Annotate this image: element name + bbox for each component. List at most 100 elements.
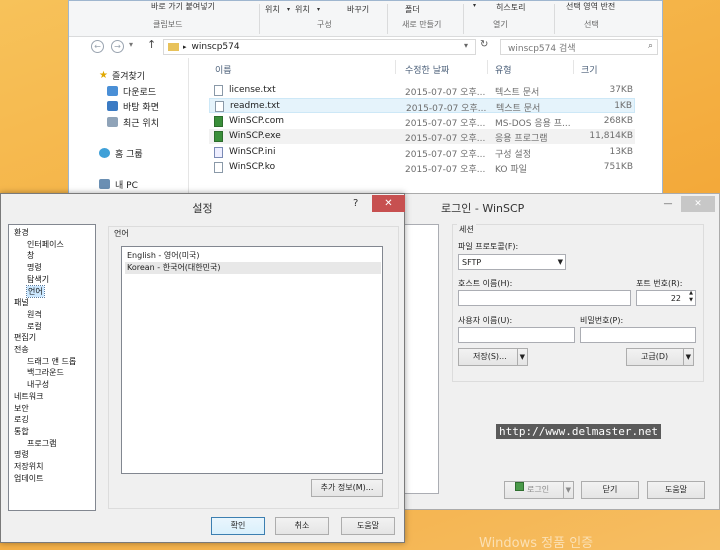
- column-header-name[interactable]: 이름: [215, 63, 232, 76]
- username-field[interactable]: [458, 327, 575, 343]
- ribbon-new-folder[interactable]: 폴더: [405, 4, 420, 15]
- port-stepper-icon[interactable]: ▲ ▼: [689, 290, 693, 304]
- ribbon-group-organize: 구성: [317, 20, 332, 29]
- tree-item[interactable]: 드래그 앤 드롭: [27, 356, 76, 367]
- tree-item[interactable]: 명령: [27, 262, 42, 273]
- file-row[interactable]: WinSCP.ko 2015-07-07 오후... KO 파일 751KB: [209, 160, 635, 175]
- ok-button[interactable]: 확인: [211, 517, 265, 535]
- tree-item[interactable]: 로깅: [14, 414, 29, 425]
- up-icon[interactable]: ↑: [147, 38, 156, 51]
- recent-dropdown-icon[interactable]: ▾: [129, 40, 133, 49]
- ribbon-divider: [463, 4, 464, 34]
- path-separator-icon: ▸: [183, 43, 187, 51]
- file-row[interactable]: WinSCP.ini 2015-07-07 오후... 구성 설정 13KB: [209, 145, 635, 160]
- ribbon-paste-shortcut[interactable]: 바로 가기 붙여넣기: [151, 1, 215, 12]
- host-name-field[interactable]: [458, 290, 631, 306]
- file-type: 텍스트 문서: [496, 104, 541, 114]
- url-watermark: http://www.delmaster.net: [496, 424, 661, 439]
- ribbon-copy-to[interactable]: 위치: [295, 4, 310, 15]
- minimize-icon[interactable]: —: [656, 196, 680, 212]
- ribbon: 바로 가기 붙여넣기 위치 ▾ 위치 ▾ 바꾸기 폴더 ▾ 히스토리 선택 영역…: [69, 1, 662, 37]
- column-divider[interactable]: [395, 60, 396, 74]
- column-header-type[interactable]: 유형: [495, 63, 512, 76]
- password-field[interactable]: [580, 327, 696, 343]
- language-item-korean[interactable]: Korean - 한국어(대한민국): [125, 262, 381, 274]
- tree-item[interactable]: 인터페이스: [27, 239, 64, 250]
- nav-item-downloads[interactable]: 다운로드: [107, 84, 156, 98]
- port-value: 22: [670, 294, 681, 303]
- advanced-button[interactable]: 고급(D) ▼: [626, 348, 694, 366]
- help-icon[interactable]: ?: [353, 198, 358, 209]
- tree-item[interactable]: 언어: [26, 284, 45, 298]
- column-divider[interactable]: [487, 60, 488, 74]
- file-date: 2015-07-07 오후...: [405, 88, 486, 98]
- protocol-select[interactable]: SFTP ▼: [458, 254, 566, 270]
- ribbon-copy-arrow[interactable]: ▾: [317, 6, 320, 13]
- tree-item[interactable]: 로컬: [27, 321, 42, 332]
- tree-item[interactable]: 원격: [27, 309, 42, 320]
- tree-item[interactable]: 보안: [14, 403, 29, 414]
- tree-item[interactable]: 환경: [14, 227, 29, 238]
- protocol-label: 파일 프로토콜(F):: [458, 242, 519, 251]
- ribbon-invert-selection[interactable]: 선택 영역 반전: [566, 1, 615, 12]
- column-header-date[interactable]: 수정한 날짜: [405, 63, 449, 76]
- tree-item[interactable]: 통합: [14, 426, 29, 437]
- column-divider[interactable]: [573, 60, 574, 74]
- language-list[interactable]: English - 영어(미국) Korean - 한국어(대한민국): [121, 246, 383, 474]
- chevron-down-icon[interactable]: ▼: [516, 349, 525, 365]
- saved-sessions-list[interactable]: [405, 224, 439, 494]
- search-placeholder: winscp574 검색: [508, 43, 576, 54]
- back-icon[interactable]: ←: [91, 40, 104, 53]
- close-icon[interactable]: ✕: [681, 196, 715, 212]
- nav-item-this-pc[interactable]: 내 PC: [99, 177, 138, 191]
- tree-item[interactable]: 패널: [14, 297, 29, 308]
- chevron-down-icon[interactable]: ▼: [562, 482, 571, 498]
- port-number-field[interactable]: 22 ▲ ▼: [636, 290, 696, 306]
- tree-item[interactable]: 전송: [14, 344, 29, 355]
- ribbon-open-arrow[interactable]: ▾: [473, 2, 476, 9]
- file-row[interactable]: readme.txt 2015-07-07 오후... 텍스트 문서 1KB: [209, 98, 635, 114]
- refresh-icon[interactable]: ↻: [480, 39, 488, 50]
- nav-label: 홈 그룹: [115, 149, 143, 160]
- tree-item[interactable]: 창: [27, 250, 34, 261]
- address-dropdown-icon[interactable]: ▾: [464, 41, 468, 50]
- login-label: 로그인: [527, 485, 550, 494]
- chevron-down-icon[interactable]: ▼: [682, 349, 691, 365]
- file-row[interactable]: license.txt 2015-07-07 오후... 텍스트 문서 37KB: [209, 83, 635, 98]
- more-info-button[interactable]: 추가 정보(M)...: [311, 479, 383, 497]
- ribbon-move-arrow[interactable]: ▾: [287, 6, 290, 13]
- help-button[interactable]: 도움말: [341, 517, 395, 535]
- ribbon-history[interactable]: 히스토리: [496, 2, 525, 13]
- column-header-size[interactable]: 크기: [581, 63, 598, 76]
- address-bar[interactable]: ▸ winscp574: [163, 39, 476, 55]
- winscp-login-window: 로그인 - WinSCP — ✕ 세션 파일 프로토콜(F): SFTP ▼ 호…: [404, 193, 720, 510]
- save-session-button[interactable]: 저장(S)... ▼: [458, 348, 528, 366]
- tree-item[interactable]: 탐색기: [27, 274, 49, 285]
- tree-item[interactable]: 백그라운드: [27, 367, 64, 378]
- tree-item[interactable]: 업데이트: [14, 473, 43, 484]
- tree-item[interactable]: 네트워크: [14, 391, 43, 402]
- help-button[interactable]: 도움말: [647, 481, 705, 499]
- tree-item[interactable]: 명령: [14, 449, 29, 460]
- nav-item-favorites[interactable]: ★ 즐겨찾기: [99, 68, 145, 82]
- file-row[interactable]: WinSCP.exe 2015-07-07 오후... 응용 프로그램 11,8…: [209, 129, 635, 144]
- language-item-english[interactable]: English - 영어(미국): [125, 250, 381, 262]
- tree-item[interactable]: 저장위치: [14, 461, 43, 472]
- tree-item[interactable]: 편집기: [14, 332, 36, 343]
- tree-item[interactable]: 내구성: [27, 379, 49, 390]
- close-icon[interactable]: ✕: [372, 195, 405, 212]
- nav-item-recent[interactable]: 최근 위치: [107, 115, 159, 129]
- ribbon-move-to[interactable]: 위치: [265, 4, 280, 15]
- tree-item[interactable]: 프로그램: [27, 438, 56, 449]
- file-row[interactable]: WinSCP.com 2015-07-07 오후... MS-DOS 응용 프.…: [209, 114, 635, 129]
- close-button[interactable]: 닫기: [581, 481, 639, 499]
- login-icon: [515, 482, 524, 491]
- cancel-button[interactable]: 취소: [275, 517, 329, 535]
- nav-item-desktop[interactable]: 바탕 화면: [107, 99, 159, 113]
- forward-icon[interactable]: →: [111, 40, 124, 53]
- nav-item-homegroup[interactable]: 홈 그룹: [99, 146, 143, 160]
- ribbon-rename[interactable]: 바꾸기: [347, 4, 369, 15]
- search-input[interactable]: winscp574 검색 ⌕: [500, 39, 658, 55]
- chevron-down-icon: ▼: [557, 258, 563, 266]
- password-label: 비밀번호(P):: [580, 316, 624, 325]
